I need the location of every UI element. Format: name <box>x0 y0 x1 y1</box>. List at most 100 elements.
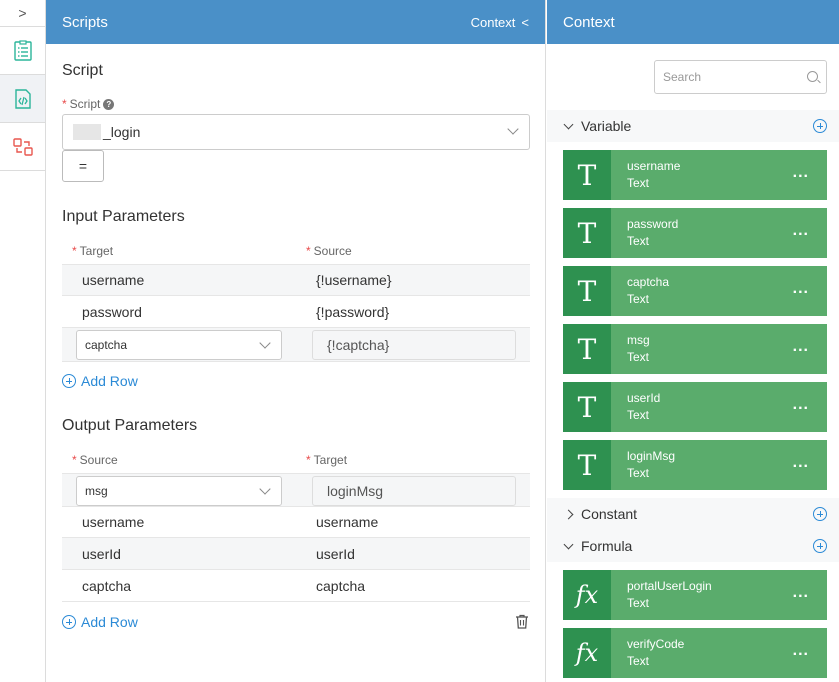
variable-name: password <box>627 217 679 231</box>
variable-type: Text <box>627 292 650 306</box>
rail-list-button[interactable] <box>0 27 45 75</box>
formula-type: Text <box>627 596 650 610</box>
formula-icon: fx <box>563 570 611 620</box>
more-icon[interactable]: ... <box>793 454 809 472</box>
chevron-down-icon <box>563 539 574 549</box>
variable-card[interactable]: T captcha Text ... <box>563 266 827 316</box>
formula-name: verifyCode <box>627 637 685 651</box>
formula-icon: fx <box>563 628 611 678</box>
more-icon[interactable]: ... <box>793 222 809 240</box>
variable-card[interactable]: T userId Text ... <box>563 382 827 432</box>
input-target-header: * Target <box>72 244 114 258</box>
formula-type: Text <box>627 654 650 668</box>
input-parameters-title: Input Parameters <box>62 208 185 225</box>
variable-type: Text <box>627 176 650 190</box>
input-source-field[interactable]: {!captcha} <box>312 330 516 360</box>
formula-card[interactable]: fx portalUserLogin Text ... <box>563 570 827 620</box>
variable-card[interactable]: T password Text ... <box>563 208 827 258</box>
text-type-icon: T <box>563 440 611 490</box>
add-variable-icon[interactable] <box>813 119 827 133</box>
variable-type: Text <box>627 466 650 480</box>
output-row[interactable]: userId userId <box>62 538 530 570</box>
more-icon[interactable]: ... <box>793 396 809 414</box>
more-icon[interactable]: ... <box>793 338 809 356</box>
input-row-editing: captcha {!captcha} <box>62 328 530 362</box>
more-icon[interactable]: ... <box>793 164 809 182</box>
output-row[interactable]: username username <box>62 506 530 538</box>
output-target: username <box>316 513 379 530</box>
output-source-header: * Source <box>72 453 118 467</box>
output-row-editing: msg loginMsg <box>62 473 530 507</box>
formula-group-header[interactable]: Formula <box>547 530 839 562</box>
output-target: captcha <box>316 577 366 594</box>
chevron-down-icon <box>507 123 519 135</box>
output-source: userId <box>82 545 121 562</box>
search-icon <box>807 71 818 82</box>
more-icon[interactable]: ... <box>793 584 809 602</box>
left-rail: > <box>0 0 46 682</box>
output-target-field[interactable]: loginMsg <box>312 476 516 506</box>
variable-name: loginMsg <box>627 449 676 463</box>
input-target: username <box>82 272 145 288</box>
code-file-icon <box>14 88 31 109</box>
scripts-title: Scripts <box>62 13 108 31</box>
output-source-select[interactable]: msg <box>76 476 282 506</box>
input-add-row-button[interactable]: Add Row <box>62 373 138 389</box>
input-target-select[interactable]: captcha <box>76 330 282 360</box>
variable-card[interactable]: T username Text ... <box>563 150 827 200</box>
variable-type: Text <box>627 234 650 248</box>
input-row[interactable]: username {!username} <box>62 264 530 296</box>
plus-circle-icon <box>62 615 76 629</box>
add-formula-icon[interactable] <box>813 539 827 553</box>
output-row[interactable]: captcha captcha <box>62 570 530 602</box>
variable-name: msg <box>627 333 650 347</box>
context-search-input[interactable]: Search <box>654 60 827 94</box>
formula-card[interactable]: fx verifyCode Text ... <box>563 628 827 678</box>
rail-script-button[interactable] <box>0 75 45 123</box>
input-row[interactable]: password {!password} <box>62 296 530 328</box>
variable-card[interactable]: T msg Text ... <box>563 324 827 374</box>
help-icon[interactable]: ? <box>103 99 115 110</box>
context-link-label: Context <box>470 14 516 30</box>
input-source-header: * Source <box>306 244 352 258</box>
output-target: userId <box>316 545 355 562</box>
context-title: Context <box>563 13 615 31</box>
more-icon[interactable]: ... <box>793 280 809 298</box>
chevron-down-icon <box>563 119 574 129</box>
context-header: Context <box>547 0 839 44</box>
scripts-panel: Scripts Context < Script * Script? _login… <box>46 0 546 682</box>
expand-rail-button[interactable]: > <box>0 0 45 27</box>
more-icon[interactable]: ... <box>793 642 809 660</box>
variable-name: username <box>627 159 681 173</box>
text-type-icon: T <box>563 208 611 258</box>
text-type-icon: T <box>563 382 611 432</box>
rail-flow-button[interactable] <box>0 123 45 171</box>
text-type-icon: T <box>563 266 611 316</box>
input-source: {!username} <box>316 272 392 288</box>
formula-name: portalUserLogin <box>627 579 712 593</box>
chevron-left-icon: < <box>521 14 529 30</box>
input-source: {!password} <box>316 303 390 320</box>
script-section-title: Script <box>62 62 103 79</box>
scripts-header: Scripts Context < <box>46 0 545 44</box>
variable-card[interactable]: T loginMsg Text ... <box>563 440 827 490</box>
script-label: * Script? <box>62 97 115 111</box>
output-add-row-button[interactable]: Add Row <box>62 614 138 630</box>
equals-button[interactable]: = <box>62 150 104 182</box>
script-select-value: _login <box>103 124 141 140</box>
context-toggle-button[interactable]: Context < <box>471 15 529 30</box>
trash-icon <box>516 614 528 629</box>
redacted-prefix <box>73 124 101 140</box>
chevron-right-icon <box>563 509 574 519</box>
add-constant-icon[interactable] <box>813 507 827 521</box>
text-type-icon: T <box>563 324 611 374</box>
delete-button[interactable] <box>515 614 529 632</box>
variable-type: Text <box>627 350 650 364</box>
context-panel: Context Search Variable T username Text .… <box>547 0 839 682</box>
variable-group-header[interactable]: Variable <box>547 110 839 142</box>
list-icon <box>13 39 32 61</box>
variable-name: captcha <box>627 275 670 289</box>
variable-type: Text <box>627 408 650 422</box>
script-select[interactable]: _login <box>62 114 530 150</box>
constant-group-header[interactable]: Constant <box>547 498 839 530</box>
